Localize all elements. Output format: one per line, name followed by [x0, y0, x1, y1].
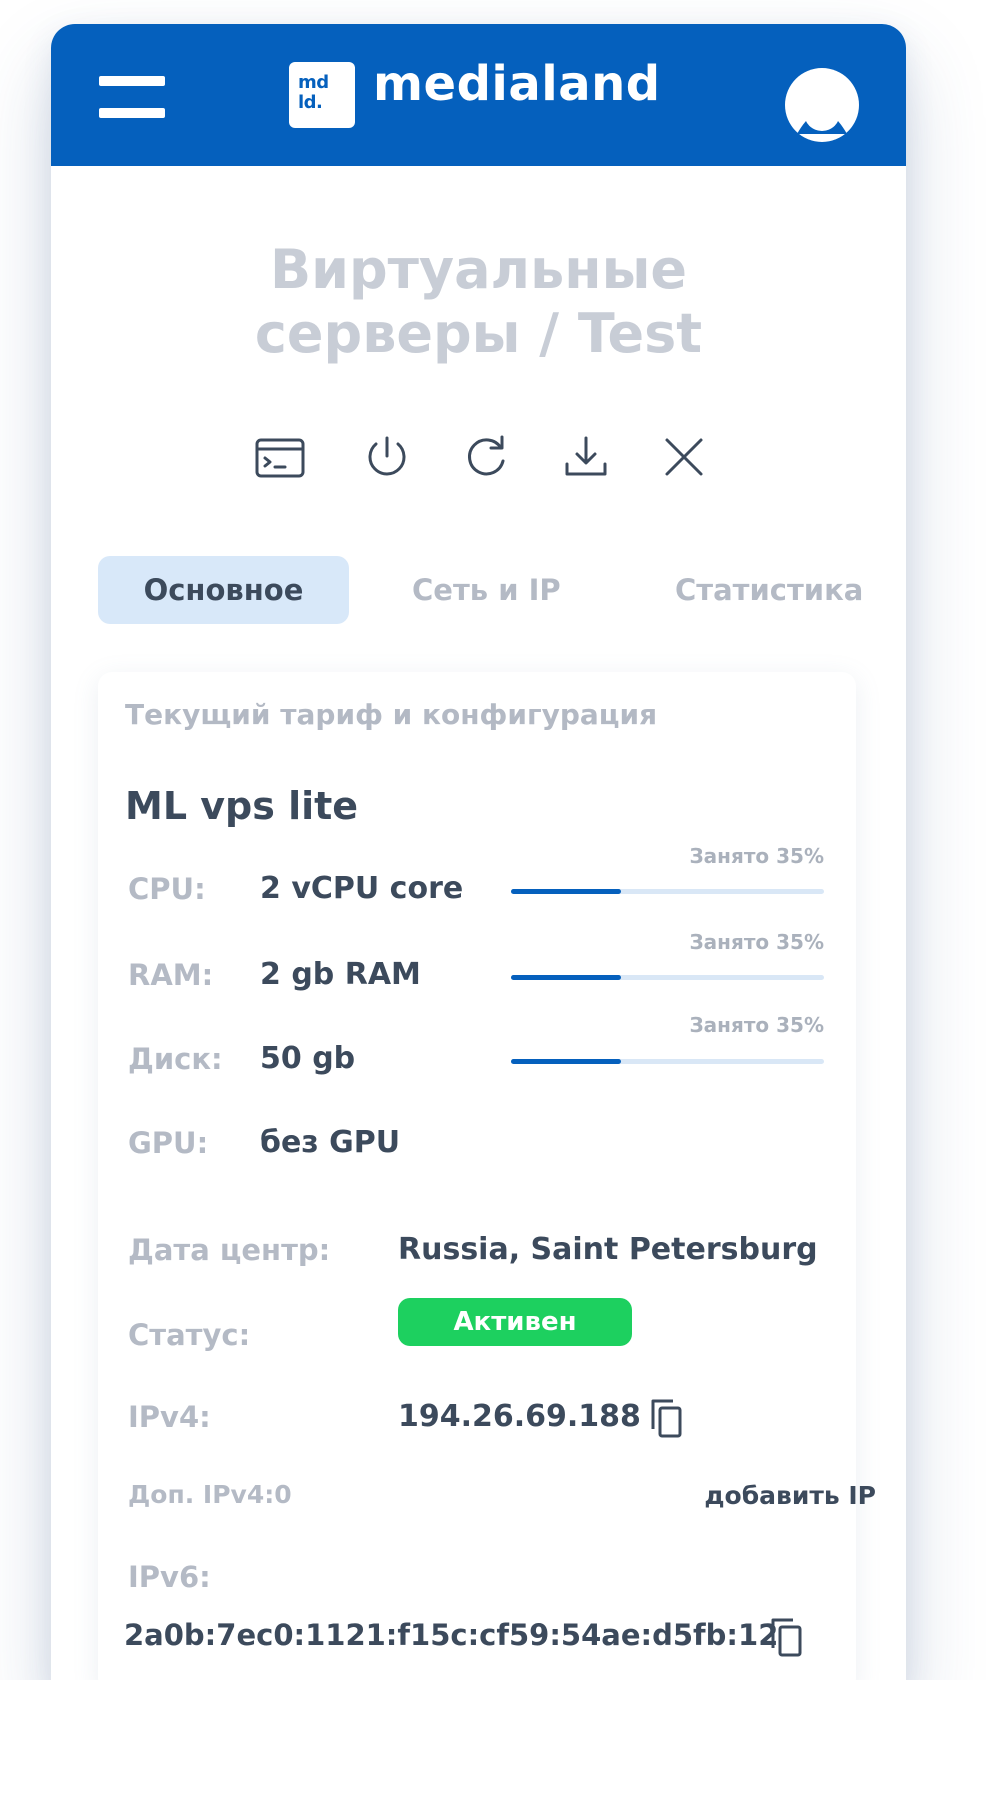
copy-ipv6-icon[interactable]	[765, 1614, 807, 1660]
ipv6-label: IPv6:	[128, 1560, 211, 1594]
plan-name: ML vps lite	[125, 784, 359, 828]
ram-value: 2 gb RAM	[260, 957, 421, 992]
logo-text: medialand	[373, 56, 661, 112]
ipv6-value: 2a0b:7ec0:1121:f15c:cf59:54ae:d5fb:12	[124, 1618, 779, 1652]
cpu-usage-text: Занято 35%	[689, 844, 824, 868]
ram-usage-text: Занято 35%	[689, 930, 824, 954]
status-label: Статус:	[128, 1318, 251, 1352]
user-avatar-icon[interactable]	[785, 68, 859, 142]
logo-mark: md ld.	[289, 62, 355, 128]
ipv4-label: IPv4:	[128, 1400, 211, 1434]
cpu-usage-bar	[511, 889, 824, 894]
menu-icon[interactable]	[99, 76, 165, 118]
tab-network-ip[interactable]: Сеть и IP	[412, 556, 561, 624]
ram-usage-bar	[511, 975, 824, 980]
ipv4-value: 194.26.69.188	[398, 1399, 641, 1434]
cpu-value: 2 vCPU core	[260, 871, 464, 906]
disk-usage-bar	[511, 1059, 824, 1064]
top-header: md ld. medialand	[51, 24, 906, 166]
download-icon[interactable]	[559, 430, 613, 484]
restart-icon[interactable]	[459, 430, 513, 484]
extra-ipv4-label: Доп. IPv4:0	[128, 1480, 292, 1509]
disk-value: 50 gb	[260, 1041, 356, 1076]
disk-label: Диск:	[128, 1042, 223, 1076]
gpu-value: без GPU	[260, 1125, 401, 1160]
tab-main[interactable]: Основное	[98, 556, 349, 624]
power-icon[interactable]	[360, 430, 414, 484]
datacenter-value: Russia, Saint Petersburg	[398, 1232, 818, 1267]
copy-ipv4-icon[interactable]	[645, 1395, 687, 1441]
cpu-label: CPU:	[128, 872, 206, 906]
close-icon[interactable]	[657, 430, 711, 484]
tab-statistics[interactable]: Статистика	[675, 556, 863, 624]
add-ip-link[interactable]: добавить IP	[704, 1481, 876, 1510]
gpu-label: GPU:	[128, 1126, 209, 1160]
status-badge: Активен	[398, 1298, 632, 1346]
page-title: Виртуальные серверы / Test	[254, 238, 703, 365]
console-icon[interactable]	[253, 430, 307, 484]
ram-label: RAM:	[128, 958, 214, 992]
datacenter-label: Дата центр:	[128, 1233, 331, 1267]
disk-usage-text: Занято 35%	[689, 1013, 824, 1037]
card-title: Текущий тариф и конфигурация	[125, 698, 658, 731]
bottom-fade	[0, 1680, 1002, 1815]
